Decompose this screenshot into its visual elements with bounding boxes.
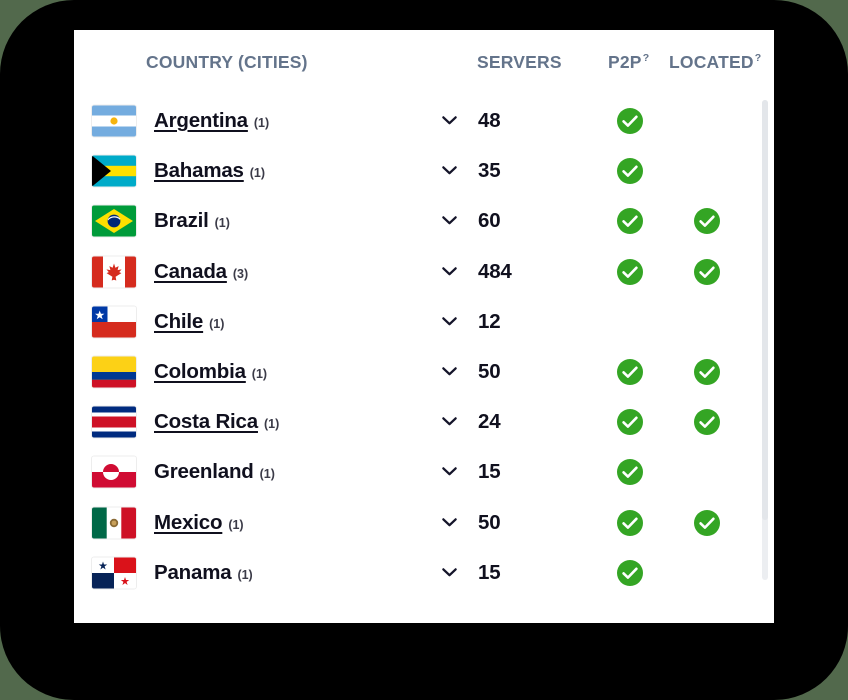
chile-flag <box>92 306 136 338</box>
city-count: (1) <box>263 417 280 432</box>
table-row[interactable]: Bahamas (1) 35 <box>74 146 774 196</box>
column-header-located-label: LOCATED <box>669 52 754 72</box>
located-help-icon[interactable]: ? <box>755 52 762 64</box>
table-header: COUNTRY (CITIES) SERVERS P2P? LOCATED? <box>74 30 774 96</box>
chevron-down-icon[interactable] <box>438 311 460 333</box>
chevron-down-icon[interactable] <box>438 261 460 283</box>
panama-flag <box>92 557 136 589</box>
country-link[interactable]: Argentina <box>154 109 248 133</box>
p2p-help-icon[interactable]: ? <box>643 52 650 64</box>
country-cell: Bahamas (1) <box>154 159 265 183</box>
city-count: (1) <box>209 316 225 331</box>
p2p-check-icon <box>617 208 643 235</box>
located-check-icon <box>694 409 720 436</box>
city-count: (1) <box>249 166 266 181</box>
table-row[interactable]: Mexico (1) 50 <box>74 498 774 548</box>
city-count: (1) <box>228 517 244 532</box>
table-row[interactable]: Costa Rica (1) 24 <box>74 397 774 447</box>
p2p-check-icon <box>617 509 643 536</box>
country-label: Panama <box>154 560 232 584</box>
country-link[interactable]: Colombia <box>154 360 246 384</box>
table-row[interactable]: Brazil (1) 60 <box>74 196 774 246</box>
country-cell: Panama (1) <box>154 561 253 585</box>
city-count: (1) <box>251 367 268 382</box>
p2p-check-icon <box>617 459 643 486</box>
greenland-flag <box>92 456 136 488</box>
city-count: (1) <box>214 216 230 231</box>
chevron-down-icon[interactable] <box>438 461 460 483</box>
p2p-check-icon <box>617 359 643 386</box>
column-header-p2p-label: P2P <box>608 52 642 72</box>
country-cell: Brazil (1) <box>154 209 230 233</box>
server-count: 50 <box>478 510 501 534</box>
located-check-icon <box>694 208 720 235</box>
server-count: 48 <box>478 109 501 133</box>
scrollbar-track[interactable] <box>762 100 768 580</box>
country-cell: Greenland (1) <box>154 460 275 484</box>
chevron-down-icon[interactable] <box>438 160 460 182</box>
city-count: (1) <box>237 567 253 582</box>
country-link[interactable]: Bahamas <box>154 159 244 183</box>
country-link[interactable]: Canada <box>154 260 227 284</box>
server-count: 12 <box>478 309 501 333</box>
p2p-check-icon <box>617 559 643 586</box>
chevron-down-icon[interactable] <box>438 512 460 534</box>
column-header-country: COUNTRY (CITIES) <box>146 52 308 72</box>
server-count: 484 <box>478 259 512 283</box>
country-link[interactable]: Costa Rica <box>154 410 258 434</box>
chevron-down-icon[interactable] <box>438 361 460 383</box>
device-frame: COUNTRY (CITIES) SERVERS P2P? LOCATED? A… <box>0 0 848 700</box>
scrollbar-thumb[interactable] <box>762 100 768 520</box>
p2p-check-icon <box>617 258 643 285</box>
country-cell: Costa Rica (1) <box>154 410 279 434</box>
table-row[interactable]: Colombia (1) 50 <box>74 347 774 397</box>
country-label: Brazil <box>154 209 209 233</box>
country-link[interactable]: Mexico <box>154 511 223 535</box>
costa-rica-flag <box>92 406 136 438</box>
country-cell: Mexico (1) <box>154 511 244 535</box>
server-count: 60 <box>478 209 501 233</box>
table-row[interactable]: Panama (1) 15 <box>74 548 774 598</box>
colombia-flag <box>92 356 136 388</box>
column-header-servers: SERVERS <box>477 52 562 72</box>
located-check-icon <box>694 258 720 285</box>
country-cell: Colombia (1) <box>154 360 267 384</box>
table-row[interactable]: Greenland (1) 15 <box>74 447 774 497</box>
canada-flag <box>92 256 136 288</box>
table-row[interactable]: Argentina (1) 48 <box>74 96 774 146</box>
server-table-rows: Argentina (1) 48 Bahamas (1) 35 Brazil (1) 60 Can… <box>74 96 774 623</box>
table-row[interactable]: Chile (1) 12 <box>74 297 774 347</box>
chevron-down-icon[interactable] <box>438 562 460 584</box>
country-cell: Argentina (1) <box>154 109 269 133</box>
country-cell: Chile (1) <box>154 310 224 334</box>
chevron-down-icon[interactable] <box>438 411 460 433</box>
chevron-down-icon[interactable] <box>438 210 460 232</box>
brazil-flag <box>92 205 136 237</box>
server-count: 15 <box>478 460 501 484</box>
country-cell: Canada (3) <box>154 260 248 284</box>
p2p-check-icon <box>617 108 643 135</box>
country-link[interactable]: Chile <box>154 310 203 334</box>
column-header-p2p: P2P? <box>608 52 649 73</box>
located-check-icon <box>694 359 720 386</box>
bahamas-flag <box>92 155 136 187</box>
server-count: 15 <box>478 560 501 584</box>
city-count: (1) <box>259 467 275 482</box>
argentina-flag <box>92 105 136 137</box>
server-count: 35 <box>478 159 501 183</box>
chevron-down-icon[interactable] <box>438 110 460 132</box>
country-label: Greenland <box>154 460 254 484</box>
column-header-located: LOCATED? <box>669 52 761 73</box>
table-row[interactable]: Canada (3) 484 <box>74 247 774 297</box>
server-count: 24 <box>478 410 501 434</box>
located-check-icon <box>694 509 720 536</box>
server-table-card: COUNTRY (CITIES) SERVERS P2P? LOCATED? A… <box>74 30 774 623</box>
p2p-check-icon <box>617 409 643 436</box>
mexico-flag <box>92 507 136 539</box>
p2p-check-icon <box>617 158 643 185</box>
server-count: 50 <box>478 360 501 384</box>
city-count: (3) <box>232 266 249 281</box>
city-count: (1) <box>253 116 270 131</box>
